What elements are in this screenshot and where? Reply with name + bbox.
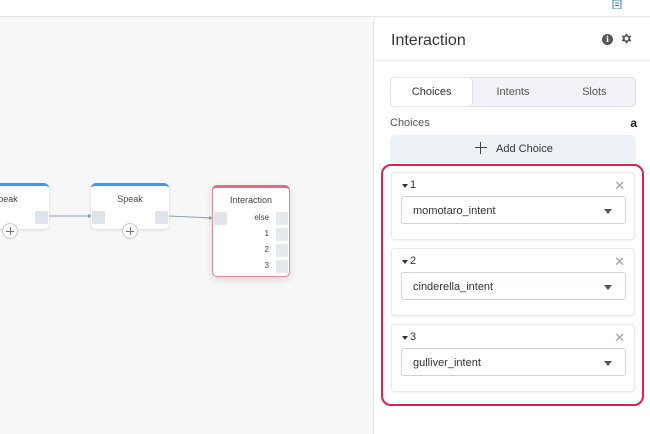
interaction-output-else[interactable]: else [211,212,289,226]
caret-down-icon[interactable] [402,336,408,340]
caret-down-icon[interactable] [402,260,408,264]
info-icon[interactable]: i [602,34,613,45]
top-bar [0,0,650,17]
intent-select-value: momotaro_intent [413,205,496,217]
choice-card-3: 3 ✕ gulliver_intent [391,324,635,392]
panel-divider [374,60,650,61]
interaction-output-2[interactable]: 2 [211,244,289,258]
panel-title: Interaction [391,32,466,49]
speak-node-1-title: Speak [0,194,18,204]
intent-select-1[interactable]: momotaro_intent [401,196,626,224]
choice-card-2: 2 ✕ cinderella_intent [391,248,635,316]
output-port[interactable] [276,212,288,225]
interaction-node-title: Interaction [229,195,273,205]
close-icon[interactable]: ✕ [614,255,625,268]
properties-panel: Interaction i Choices Intents Slots Choi… [373,18,650,434]
interaction-output-1[interactable]: 1 [211,228,289,242]
choice-number: 2 [410,255,417,267]
chevron-down-icon [604,209,612,214]
tab-choices[interactable]: Choices [391,78,473,106]
output-label: 1 [264,229,269,238]
connection-wires [49,214,213,220]
speak-node-2-add-button[interactable] [122,223,138,239]
add-choice-button[interactable]: Add Choice [390,135,636,163]
output-label: else [254,213,269,222]
intent-select-2[interactable]: cinderella_intent [401,272,626,300]
tab-intents[interactable]: Intents [472,78,553,106]
intent-select-value: cinderella_intent [413,281,494,293]
close-icon[interactable]: ✕ [614,179,625,192]
intent-select-value: gulliver_intent [413,357,481,369]
speak-node-1-output-port[interactable] [35,211,48,224]
speak-node-2[interactable]: Speak [91,183,169,239]
speak-node-2-output-port[interactable] [155,211,168,224]
speak-node-1-add-button[interactable] [2,223,18,239]
choice-card-1: 1 ✕ momotaro_intent [391,172,635,240]
output-port[interactable] [276,244,288,257]
speak-node-1[interactable]: Speak [0,183,49,239]
tab-slots[interactable]: Slots [554,78,635,106]
intent-select-3[interactable]: gulliver_intent [401,348,626,376]
plus-icon [475,142,487,154]
output-port[interactable] [276,260,288,273]
chevron-down-icon [604,361,612,366]
interaction-output-3[interactable]: 3 [211,260,289,274]
chevron-down-icon [604,285,612,290]
output-label: 3 [264,261,269,270]
close-icon[interactable]: ✕ [614,331,625,344]
choices-section-label: Choices [390,117,430,129]
amazon-icon[interactable]: a [630,116,637,130]
output-port[interactable] [276,228,288,241]
panel-tabs: Choices Intents Slots [390,77,636,107]
speak-node-2-title: Speak [117,194,143,204]
gear-icon[interactable] [620,32,633,45]
choice-number: 1 [410,179,417,191]
caret-down-icon[interactable] [402,184,408,188]
add-choice-label: Add Choice [496,143,553,155]
output-label: 2 [264,245,269,254]
document-icon[interactable] [612,0,622,9]
speak-node-2-input-port[interactable] [92,211,105,224]
interaction-node[interactable]: Interaction else 1 2 3 [212,185,290,277]
flow-canvas[interactable]: Speak Speak Interaction else 1 2 3 [0,18,373,434]
choice-number: 3 [410,331,417,343]
